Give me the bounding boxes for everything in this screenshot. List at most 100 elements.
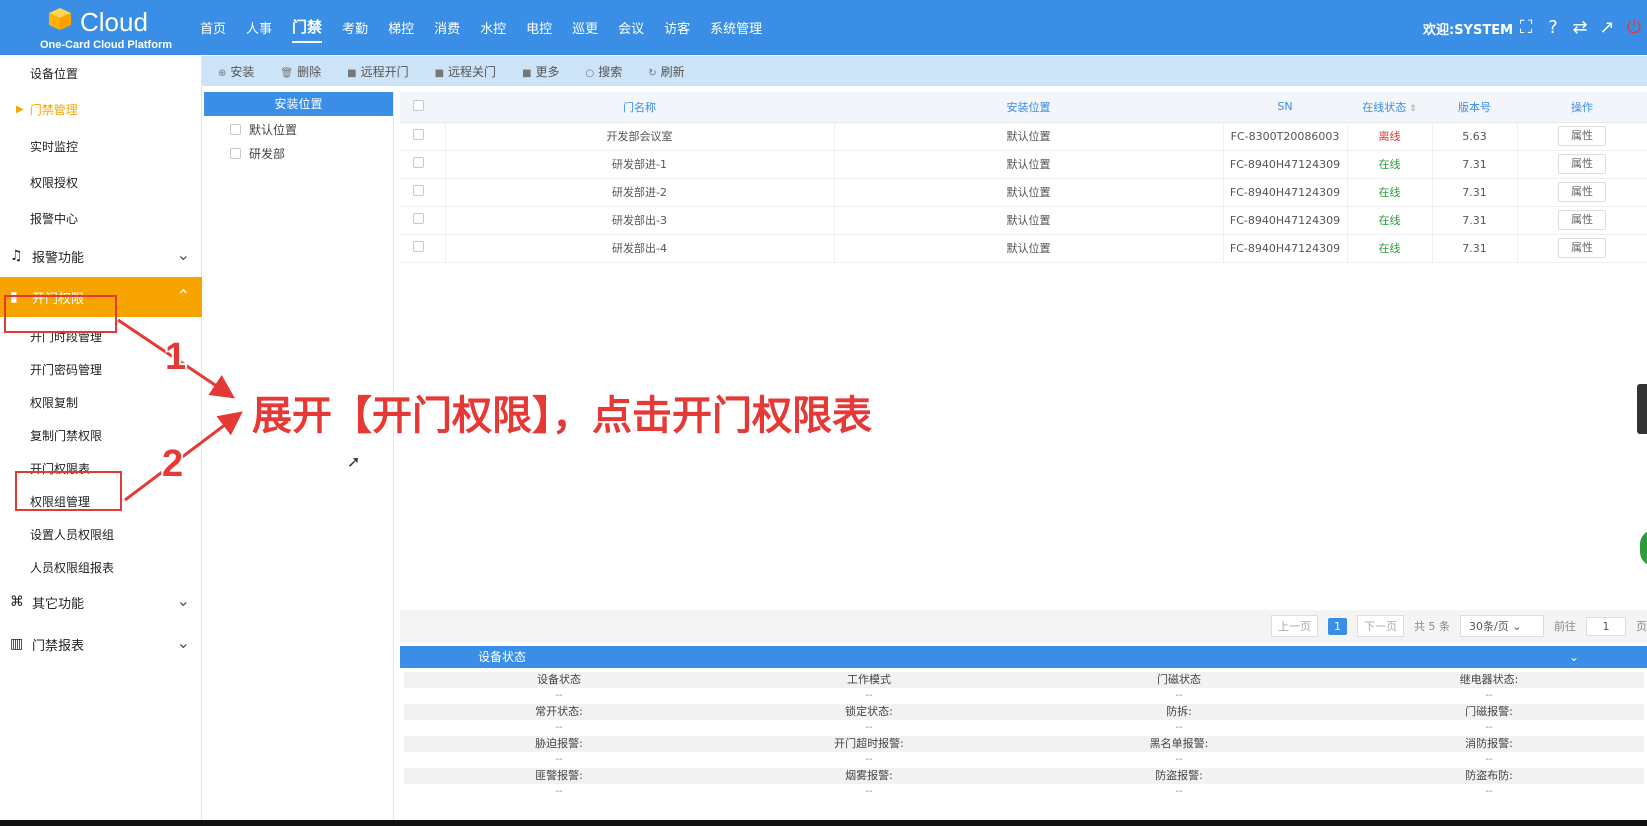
triangle-right-icon: ▶: [16, 103, 24, 115]
nav-access-control[interactable]: 门禁: [292, 12, 323, 43]
install-button[interactable]: ⊕ 安装: [218, 63, 254, 80]
row-select-cell: [400, 178, 446, 207]
sidebar-group-other[interactable]: ⌘ 其它功能 ⌄: [0, 582, 202, 622]
nav-visitor[interactable]: 访客: [664, 14, 690, 41]
remote-close-button[interactable]: ■ 远程关门: [435, 63, 496, 80]
attribute-button[interactable]: 属性: [1558, 154, 1606, 174]
refresh-button[interactable]: ↻ 刷新: [648, 63, 684, 80]
attribute-button[interactable]: 属性: [1558, 210, 1606, 230]
install-label: 安装: [230, 64, 255, 79]
table-row[interactable]: 研发部出-3 默认位置 FC-8940H47124309 在线 7.31 属性: [400, 206, 1647, 235]
table-row[interactable]: 研发部进-1 默认位置 FC-8940H47124309 在线 7.31 属性: [400, 150, 1647, 179]
delete-button[interactable]: 🗑 删除: [280, 63, 321, 80]
external-link-icon[interactable]: ↗: [1596, 16, 1618, 38]
sidebar-group-alarm[interactable]: ♫ 报警功能 ⌄: [0, 236, 202, 276]
sidebar-group-door-permission[interactable]: ▮ 开门权限 ⌃: [0, 277, 202, 317]
sidebar-item-realtime-monitor[interactable]: 实时监控: [0, 128, 202, 164]
fullscreen-icon[interactable]: ⛶: [1515, 16, 1537, 38]
nav-home[interactable]: 首页: [200, 14, 226, 41]
table-row[interactable]: 研发部进-2 默认位置 FC-8940H47124309 在线 7.31 属性: [400, 178, 1647, 207]
power-icon[interactable]: ⏻: [1623, 16, 1645, 38]
nav-personnel[interactable]: 人事: [246, 14, 272, 41]
device-status-header[interactable]: 设备状态 ⌄: [400, 646, 1647, 668]
row-checkbox[interactable]: [412, 241, 424, 252]
nav-meeting[interactable]: 会议: [618, 14, 644, 41]
sidebar-group-report[interactable]: ▥ 门禁报表 ⌄: [0, 624, 202, 664]
location-checkbox[interactable]: [230, 147, 241, 159]
sidebar-item-set-person-group[interactable]: 设置人员权限组: [0, 516, 202, 552]
attribute-button[interactable]: 属性: [1558, 182, 1606, 202]
remote-open-button[interactable]: ■ 远程开门: [347, 63, 408, 80]
status-value: --: [1485, 690, 1493, 701]
door-status-cell: 在线: [1347, 206, 1433, 235]
select-all-checkbox[interactable]: [413, 99, 424, 111]
help-icon[interactable]: ?: [1542, 16, 1564, 38]
status-badge: 在线: [1378, 214, 1401, 227]
status-value: --: [865, 754, 873, 765]
status-badge: 在线: [1378, 186, 1401, 199]
status-label: 常开状态:: [535, 705, 583, 718]
table-row[interactable]: 研发部出-4 默认位置 FC-8940H47124309 在线 7.31 属性: [400, 234, 1647, 263]
status-label: 防盗报警:: [1155, 769, 1203, 782]
door-sn: FC-8940H47124309: [1223, 178, 1348, 207]
status-value: --: [555, 754, 563, 765]
row-checkbox[interactable]: [412, 213, 424, 224]
attribute-button[interactable]: 属性: [1558, 126, 1606, 146]
sidebar-item-authorization[interactable]: 权限授权: [0, 164, 202, 200]
main-nav: 首页 人事 门禁 考勤 梯控 消费 水控 电控 巡更 会议 访客 系统管理: [200, 0, 782, 55]
nav-patrol[interactable]: 巡更: [572, 14, 598, 41]
goto-page-input[interactable]: 1: [1586, 616, 1626, 636]
door-table-container: 门名称 安装位置 SN 在线状态 ⇕ 版本号 操作 开发部会议室 默认位置 FC-…: [400, 92, 1647, 608]
door-status-cell: 在线: [1347, 234, 1433, 263]
search-button[interactable]: ○ 搜索: [586, 63, 623, 80]
nav-consumption[interactable]: 消费: [434, 14, 460, 41]
search-icon: ○: [585, 67, 595, 79]
sidebar-group-label: 其它功能: [32, 596, 85, 612]
door-actions-cell: 属性: [1517, 150, 1647, 179]
nav-attendance[interactable]: 考勤: [342, 14, 368, 41]
status-label: 开门超时报警:: [834, 737, 904, 750]
door-status-cell: 离线: [1347, 122, 1433, 151]
sidebar-item-access-management[interactable]: ▶ 门禁管理: [0, 91, 202, 127]
page-size-select[interactable]: 30条/页 ⌄: [1460, 615, 1544, 637]
status-value-row: -- -- -- --: [404, 784, 1644, 800]
next-page-button[interactable]: 下一页: [1357, 615, 1404, 637]
location-item-rd[interactable]: 研发部: [204, 142, 393, 164]
sidebar-item-permission-copy[interactable]: 权限复制: [0, 384, 202, 420]
nav-water[interactable]: 水控: [480, 14, 506, 41]
prev-page-button[interactable]: 上一页: [1271, 615, 1318, 637]
page-number-1[interactable]: 1: [1328, 617, 1347, 635]
alarm-bell-icon: ♫: [10, 248, 23, 264]
chevron-down-icon[interactable]: ⌄: [1569, 646, 1579, 668]
toolbar: ⊕ 安装 🗑 删除 ■ 远程开门 ■ 远程关门 ■ 更多 ○ 搜索 ↻ 刷新: [202, 56, 1647, 86]
sidebar-item-alarm-center[interactable]: 报警中心: [0, 200, 202, 236]
translate-icon[interactable]: ⇄: [1569, 16, 1591, 38]
nav-system[interactable]: 系统管理: [710, 14, 762, 41]
nav-elevator[interactable]: 梯控: [388, 14, 414, 41]
more-button[interactable]: ■ 更多: [522, 63, 559, 80]
door-location: 默认位置: [834, 122, 1224, 151]
door-version: 7.31: [1432, 178, 1518, 207]
row-checkbox[interactable]: [412, 157, 424, 168]
sidebar-item-person-group-report[interactable]: 人员权限组报表: [0, 549, 202, 585]
remote-open-label: 远程开门: [360, 64, 409, 79]
scroll-handle[interactable]: [1637, 384, 1647, 434]
door-status-cell: 在线: [1347, 150, 1433, 179]
location-item-default[interactable]: 默认位置: [204, 118, 393, 140]
table-row[interactable]: 开发部会议室 默认位置 FC-8300T20086003 离线 5.63 属性: [400, 122, 1647, 151]
row-checkbox[interactable]: [412, 129, 424, 140]
door-actions-cell: 属性: [1517, 206, 1647, 235]
device-status-grid: 设备状态 工作模式 门磁状态 继电器状态: -- -- -- -- 常开状态: …: [404, 672, 1644, 800]
location-checkbox[interactable]: [230, 123, 241, 135]
attribute-button[interactable]: 属性: [1558, 238, 1606, 258]
col-online-status[interactable]: 在线状态 ⇕: [1347, 92, 1432, 123]
row-checkbox[interactable]: [412, 185, 424, 196]
sidebar-item-device-location[interactable]: 设备位置: [0, 55, 202, 91]
nav-power[interactable]: 电控: [526, 14, 552, 41]
col-door-name: 门名称: [445, 92, 834, 123]
col-version: 版本号: [1432, 92, 1517, 123]
sort-icon[interactable]: ⇕: [1409, 104, 1417, 114]
status-value: --: [865, 690, 873, 701]
sidebar-item-group-management[interactable]: 权限组管理: [0, 483, 202, 519]
chevron-down-icon: ⌄: [176, 591, 190, 610]
